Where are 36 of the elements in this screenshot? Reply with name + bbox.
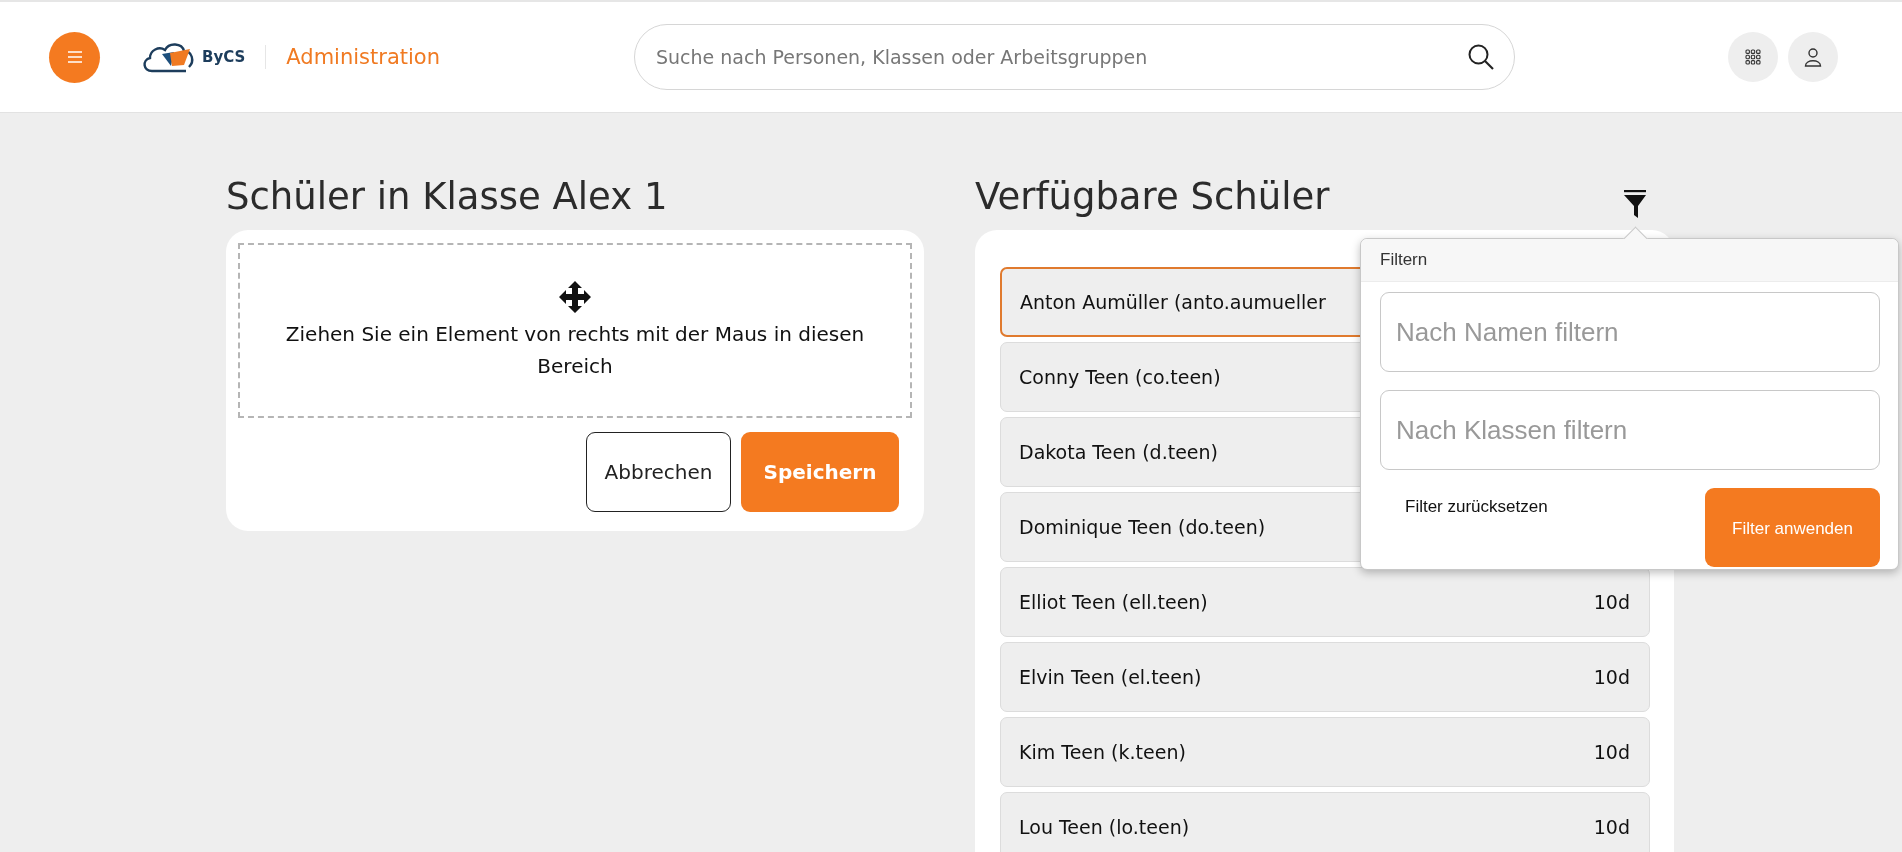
section-heading: Schüler in Klasse Alex 1 (226, 174, 669, 220)
student-name: Kim Teen (k.teen) (1019, 741, 1186, 763)
move-icon (558, 279, 592, 314)
filter-icon[interactable] (1623, 190, 1647, 220)
menu-button[interactable] (49, 31, 100, 83)
student-name: Elvin Teen (el.teen) (1019, 666, 1202, 688)
class-label: 10d (1593, 591, 1630, 613)
student-name: Dominique Teen (do.teen) (1019, 516, 1266, 538)
drop-zone[interactable]: Ziehen Sie ein Element von rechts mit der Maus in diesen Bereich (238, 243, 912, 418)
logo-text: ByCS (202, 48, 246, 66)
apps-button[interactable] (1728, 32, 1778, 82)
class-label: 10d (1593, 741, 1630, 763)
student-name: Dakota Teen (d.teen) (1019, 441, 1218, 463)
student-name: Conny Teen (co.teen) (1019, 366, 1221, 388)
class-label: 10d (1593, 666, 1630, 688)
reset-filter-button[interactable]: Filter zurücksetzen (1405, 497, 1548, 517)
student-name: Elliot Teen (ell.teen) (1019, 591, 1208, 613)
search-icon[interactable] (1467, 43, 1495, 71)
search-field[interactable]: Suche nach Personen, Klassen oder Arbeitsgruppen (634, 24, 1515, 90)
cancel-button[interactable]: Abbrechen (586, 432, 731, 512)
drop-zone-instruction: Ziehen Sie ein Element von rechts mit der Maus in diesen Bereich (284, 320, 866, 380)
section-heading: Verfügbare Schüler (975, 174, 1330, 220)
class-label: 10d (1593, 816, 1630, 838)
student-list-item[interactable]: Elliot Teen (ell.teen) 10d (1000, 567, 1650, 637)
user-icon (1803, 47, 1823, 67)
profile-button[interactable] (1788, 32, 1838, 82)
student-list-item[interactable]: Lou Teen (lo.teen) 10d (1000, 792, 1650, 852)
popover-title: Filtern (1380, 250, 1428, 270)
student-list-item[interactable]: Elvin Teen (el.teen) 10d (1000, 642, 1650, 712)
menu-icon (65, 50, 84, 64)
student-list-item[interactable]: Kim Teen (k.teen) 10d (1000, 717, 1650, 787)
filter-input-field[interactable]: Nach Namen filtern (1380, 292, 1880, 372)
grid-icon (1745, 49, 1761, 65)
filter-input-field[interactable]: Nach Klassen filtern (1380, 390, 1880, 470)
student-name: Lou Teen (lo.teen) (1019, 816, 1190, 838)
student-name: Anton Aumüller (anto.aumueller (1020, 291, 1326, 313)
